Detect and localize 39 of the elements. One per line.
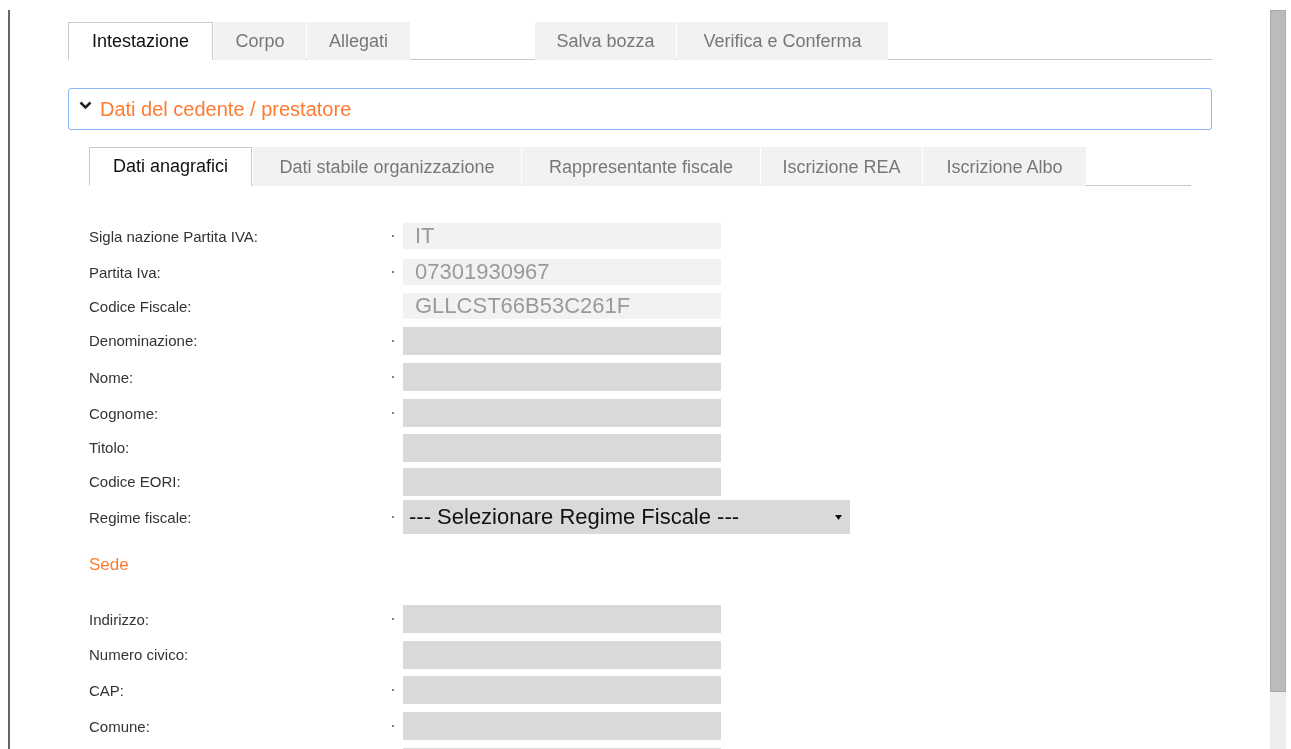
tab[interactable]: Allegati <box>307 22 410 60</box>
tab[interactable]: Corpo <box>214 22 306 60</box>
field-label: Denominazione: <box>89 332 199 349</box>
input-field[interactable] <box>403 326 721 355</box>
field-label: Comune: <box>89 717 151 735</box>
input-field[interactable] <box>403 467 721 496</box>
input-field[interactable] <box>403 712 721 740</box>
field-label: Partita Iva: <box>89 263 162 281</box>
tab[interactable]: Dati anagrafici <box>89 147 252 186</box>
chevron-icon <box>79 100 92 110</box>
action-button[interactable]: Salva bozza <box>535 22 676 60</box>
tab[interactable]: Rappresentante fiscale <box>522 147 760 186</box>
tab[interactable]: Iscrizione REA <box>761 147 922 186</box>
section-header[interactable]: Dati del cedente / prestatore <box>68 88 1212 130</box>
field-label: CAP: <box>89 681 125 699</box>
section-title: Dati del cedente / prestatore <box>100 97 352 121</box>
caret-icon <box>835 514 842 520</box>
dropdown-field[interactable]: --- Selezionare Regime Fiscale --- <box>403 500 850 534</box>
input-field[interactable] <box>403 676 721 704</box>
field-label: Cognome: <box>89 404 160 422</box>
field-label: Regime fiscale: <box>89 508 193 526</box>
tab[interactable]: Iscrizione Albo <box>923 147 1086 186</box>
field-label: Titolo: <box>89 439 131 456</box>
input-field[interactable] <box>403 640 721 669</box>
input-field[interactable] <box>403 605 721 633</box>
field-label: Numero civico: <box>89 646 190 663</box>
field-label: Sigla nazione Partita IVA: <box>89 227 259 245</box>
field-label: Nome: <box>89 368 135 386</box>
field-label: Indirizzo: <box>89 610 151 628</box>
action-button[interactable]: Verifica e Conferma <box>677 22 888 60</box>
tab[interactable]: Intestazione <box>68 22 213 60</box>
tab[interactable]: Dati stabile organizzazione <box>253 147 521 186</box>
scrollbar[interactable] <box>1270 10 1286 749</box>
input-field[interactable] <box>403 433 721 462</box>
field-label: Codice EORI: <box>89 473 182 490</box>
input-field[interactable] <box>403 399 721 427</box>
section-subtitle: Sede <box>89 555 130 575</box>
input-field[interactable] <box>403 363 721 391</box>
field-label: Codice Fiscale: <box>89 297 193 315</box>
